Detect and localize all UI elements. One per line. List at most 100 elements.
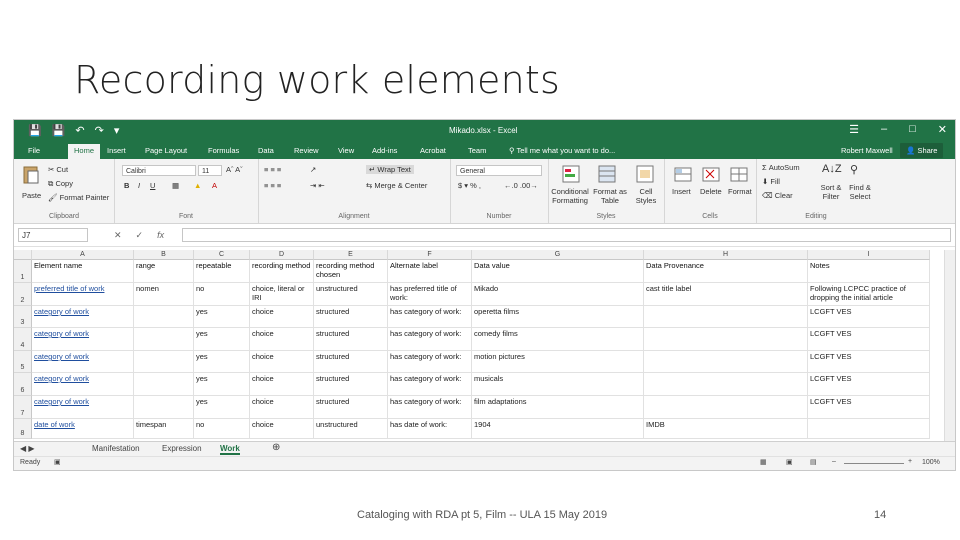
table-cell[interactable]: yes — [194, 396, 250, 419]
align-top-icon[interactable]: ≡ ≡ ≡ — [264, 165, 281, 174]
tab-acrobat[interactable]: Acrobat — [420, 146, 446, 155]
font-size-dropdown[interactable]: 11 — [198, 165, 222, 176]
save-as-icon[interactable]: 💾 — [52, 124, 66, 137]
row-header-8[interactable]: 8 — [14, 419, 32, 439]
tab-data[interactable]: Data — [258, 146, 274, 155]
delete-button[interactable]: Delete — [700, 187, 722, 196]
row-header-4[interactable]: 4 — [14, 328, 32, 351]
header-cell[interactable]: recording method chosen — [314, 260, 388, 283]
table-cell[interactable]: category of work — [32, 306, 134, 328]
table-cell[interactable] — [644, 373, 808, 396]
merge-center-button[interactable]: ⇆ Merge & Center — [366, 181, 427, 190]
paste-icon[interactable] — [22, 165, 40, 184]
table-cell[interactable] — [134, 351, 194, 373]
table-cell[interactable]: has preferred title of work: — [388, 283, 472, 306]
zoom-in-icon[interactable]: + — [908, 458, 912, 465]
table-cell[interactable]: structured — [314, 373, 388, 396]
table-cell[interactable] — [808, 419, 930, 439]
table-cell[interactable]: Following LCPCC practice of dropping the… — [808, 283, 930, 306]
close-icon[interactable]: ✕ — [938, 123, 947, 136]
bold-icon[interactable]: B — [124, 181, 129, 190]
table-cell[interactable]: LCGFT VES — [808, 351, 930, 373]
table-cell[interactable]: has date of work: — [388, 419, 472, 439]
table-cell[interactable]: category of work — [32, 396, 134, 419]
currency-icon[interactable]: $ ▾ % , — [458, 181, 481, 190]
fill-button[interactable]: ⬇ Fill — [762, 177, 780, 186]
table-cell[interactable]: date of work — [32, 419, 134, 439]
sheet-nav-icon[interactable]: ◀ ▶ — [20, 444, 35, 453]
column-header-g[interactable]: G — [472, 250, 644, 260]
formula-input[interactable] — [182, 228, 951, 242]
table-cell[interactable]: unstructured — [314, 419, 388, 439]
table-cell[interactable]: yes — [194, 306, 250, 328]
row-header-6[interactable]: 6 — [14, 373, 32, 396]
add-sheet-icon[interactable]: ⊕ — [272, 442, 280, 453]
row-header-3[interactable]: 3 — [14, 306, 32, 328]
column-header-h[interactable]: H — [644, 250, 808, 260]
italic-icon[interactable]: I — [138, 181, 140, 190]
column-header-d[interactable]: D — [250, 250, 314, 260]
table-cell[interactable]: preferred title of work — [32, 283, 134, 306]
table-cell[interactable]: has category of work: — [388, 328, 472, 351]
sort-filter-button[interactable]: Sort & Filter — [818, 183, 844, 201]
tab-page-layout[interactable]: Page Layout — [145, 146, 187, 155]
grow-font-icon[interactable]: Aˆ Aˇ — [226, 165, 243, 174]
cancel-icon[interactable]: ✕ — [114, 230, 122, 241]
table-cell[interactable]: choice — [250, 396, 314, 419]
row-header-2[interactable]: 2 — [14, 283, 32, 306]
wrap-text-button[interactable]: ↵ Wrap Text — [366, 165, 414, 174]
table-cell[interactable]: comedy films — [472, 328, 644, 351]
table-cell[interactable] — [134, 373, 194, 396]
table-cell[interactable]: choice — [250, 373, 314, 396]
macro-record-icon[interactable]: ▣ — [54, 458, 61, 466]
row-header-1[interactable]: 1 — [14, 260, 32, 283]
number-format-dropdown[interactable]: General — [456, 165, 542, 176]
table-cell[interactable]: choice — [250, 328, 314, 351]
customize-qat-icon[interactable]: ▾ — [114, 124, 120, 137]
font-name-dropdown[interactable]: Calibri — [122, 165, 196, 176]
conditional-formatting-button[interactable]: Conditional Formatting — [550, 187, 590, 205]
table-cell[interactable]: LCGFT VES — [808, 373, 930, 396]
tab-formulas[interactable]: Formulas — [208, 146, 239, 155]
save-icon[interactable]: 💾 — [28, 124, 42, 137]
minimize-icon[interactable]: – — [881, 123, 887, 136]
header-cell[interactable]: repeatable — [194, 260, 250, 283]
table-cell[interactable]: no — [194, 419, 250, 439]
table-cell[interactable] — [644, 328, 808, 351]
header-cell[interactable]: Element name — [32, 260, 134, 283]
table-cell[interactable]: choice — [250, 419, 314, 439]
table-cell[interactable]: structured — [314, 351, 388, 373]
sheet-tab-manifestation[interactable]: Manifestation — [92, 444, 140, 453]
table-cell[interactable] — [644, 306, 808, 328]
table-cell[interactable]: musicals — [472, 373, 644, 396]
font-color-icon[interactable]: A — [212, 181, 217, 190]
table-cell[interactable]: choice, literal or IRI — [250, 283, 314, 306]
format-button[interactable]: Format — [728, 187, 752, 196]
copy-button[interactable]: ⧉ Copy — [48, 179, 73, 189]
header-cell[interactable]: Alternate label — [388, 260, 472, 283]
zoom-slider[interactable] — [844, 463, 904, 464]
table-cell[interactable]: IMDB — [644, 419, 808, 439]
format-painter-button[interactable]: 🖌 Format Painter — [48, 193, 109, 202]
tab-add-ins[interactable]: Add-ins — [372, 146, 397, 155]
user-name[interactable]: Robert Maxwell — [841, 146, 893, 155]
sheet-tab-work[interactable]: Work — [220, 444, 240, 455]
column-header-a[interactable]: A — [32, 250, 134, 260]
borders-icon[interactable]: ▦ — [172, 181, 179, 190]
table-cell[interactable]: has category of work: — [388, 396, 472, 419]
table-cell[interactable]: has category of work: — [388, 373, 472, 396]
share-button[interactable]: 👤 Share — [900, 143, 944, 158]
tab-home[interactable]: Home — [68, 144, 101, 159]
normal-view-icon[interactable]: ▦ — [760, 458, 767, 466]
table-cell[interactable]: no — [194, 283, 250, 306]
table-cell[interactable] — [134, 328, 194, 351]
table-cell[interactable]: motion pictures — [472, 351, 644, 373]
align-left-icon[interactable]: ≡ ≡ ≡ — [264, 181, 281, 190]
table-cell[interactable]: category of work — [32, 351, 134, 373]
table-cell[interactable] — [644, 351, 808, 373]
tab-review[interactable]: Review — [294, 146, 319, 155]
row-header-7[interactable]: 7 — [14, 396, 32, 419]
column-header-b[interactable]: B — [134, 250, 194, 260]
column-header-f[interactable]: F — [388, 250, 472, 260]
table-cell[interactable]: has category of work: — [388, 351, 472, 373]
